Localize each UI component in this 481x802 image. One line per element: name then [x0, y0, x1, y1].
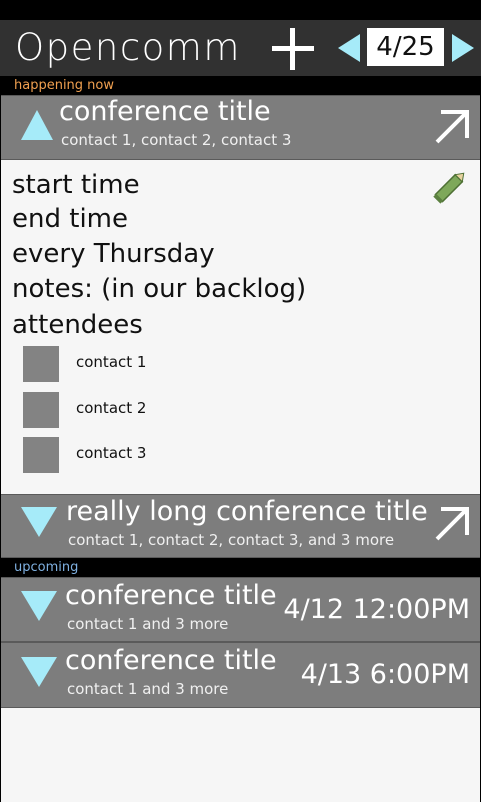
avatar: [23, 392, 59, 428]
notes: notes: (in our backlog): [12, 274, 307, 304]
upcoming-label: upcoming: [0, 558, 481, 577]
attendee-name: contact 1: [76, 353, 147, 371]
end-time: end time: [12, 204, 128, 234]
open-conference-icon[interactable]: [433, 505, 471, 543]
conference-title: conference title: [59, 96, 271, 127]
add-conference-button[interactable]: [270, 26, 316, 72]
expand-triangle-icon[interactable]: [19, 505, 59, 539]
conference-title: conference title: [65, 580, 277, 611]
recurrence: every Thursday: [12, 239, 215, 269]
conference-time: 4/13 6:00PM: [300, 659, 470, 690]
conference-contacts: contact 1 and 3 more: [67, 680, 229, 698]
attendee-item[interactable]: contact 1: [23, 346, 323, 382]
list-empty-area: [1, 708, 480, 802]
right-triangle-icon: [452, 34, 474, 62]
attendee-item[interactable]: contact 2: [23, 392, 323, 428]
upcoming-conference-row[interactable]: conference title contact 1 and 3 more 4/…: [1, 642, 480, 708]
conference-title: conference title: [65, 645, 277, 676]
avatar: [23, 346, 59, 382]
current-date: 4/25: [367, 28, 444, 66]
left-triangle-icon: [338, 34, 360, 62]
expand-triangle-icon[interactable]: [19, 655, 59, 689]
conference-title: really long conference title: [66, 496, 428, 527]
conference-time: 4/12 12:00PM: [283, 594, 470, 625]
conference-contacts: contact 1, contact 2, contact 3: [61, 131, 292, 149]
start-time: start time: [12, 170, 140, 200]
expand-triangle-icon[interactable]: [19, 589, 59, 623]
attendee-item[interactable]: contact 3: [23, 437, 323, 473]
conference-contacts: contact 1, contact 2, contact 3, and 3 m…: [68, 531, 395, 549]
conference-row-expanded[interactable]: conference title contact 1, contact 2, c…: [1, 95, 480, 160]
attendee-name: contact 2: [76, 399, 147, 417]
edit-pencil-icon[interactable]: [431, 166, 471, 206]
app-title: Opencomm: [15, 26, 241, 69]
upcoming-conference-row[interactable]: conference title contact 1 and 3 more 4/…: [1, 577, 480, 642]
avatar: [23, 437, 59, 473]
conference-details-panel: start time end time every Thursday notes…: [1, 160, 480, 494]
attendees-heading: attendees: [12, 310, 143, 340]
status-bar: [0, 0, 481, 20]
attendee-name: contact 3: [76, 444, 147, 462]
conference-contacts: contact 1 and 3 more: [67, 615, 229, 633]
app-header: Opencomm 4/25: [0, 20, 481, 76]
next-day-button[interactable]: [450, 32, 476, 64]
collapse-triangle-icon[interactable]: [19, 108, 55, 142]
conference-row[interactable]: really long conference title contact 1, …: [1, 494, 480, 558]
happening-now-label: happening now: [0, 76, 481, 95]
open-conference-icon[interactable]: [433, 108, 471, 146]
previous-day-button[interactable]: [336, 32, 362, 64]
